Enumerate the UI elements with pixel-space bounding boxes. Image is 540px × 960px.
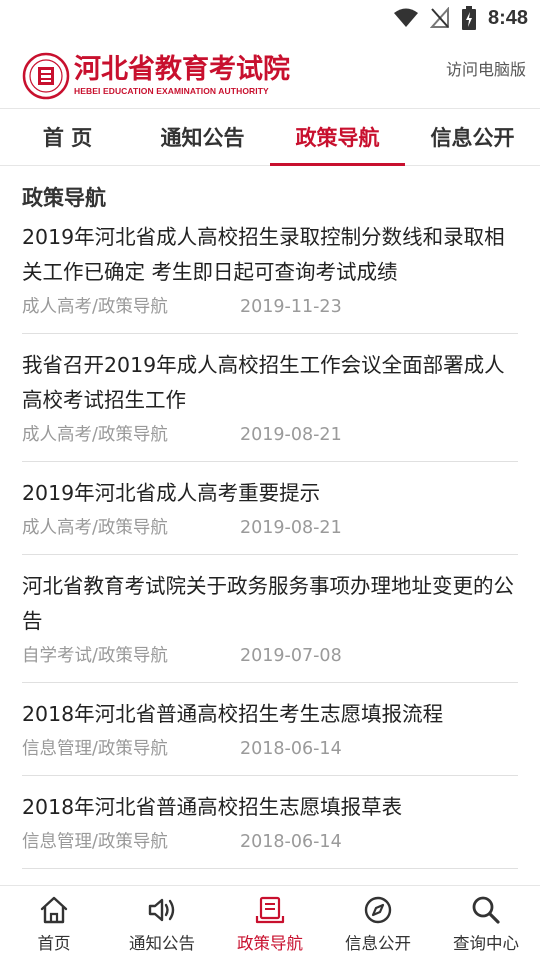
no-signal-icon [429, 7, 449, 28]
site-logo[interactable]: 河北省教育考试院 HEBEI EDUCATION EXAMINATION AUT… [22, 52, 290, 104]
list-item[interactable]: 我省召开2019年成人高校招生工作会议全面部署成人高校考试招生工作 成人高考/政… [22, 348, 518, 462]
article-title[interactable]: 我省召开2019年成人高校招生工作会议全面部署成人高校考试招生工作 [22, 348, 518, 418]
status-bar: 8:48 [0, 0, 540, 36]
desktop-version-link[interactable]: 访问电脑版 [446, 56, 526, 80]
wifi-icon [393, 8, 418, 27]
list-item[interactable]: 2019年河北省成人高考重要提示 成人高考/政策导航 2019-08-21 [22, 476, 518, 555]
tab-notices[interactable]: 通知公告 [135, 109, 270, 165]
article-meta: 信息管理/政策导航 2018-06-14 [22, 830, 518, 854]
tab-disclosure[interactable]: 信息公开 [405, 109, 540, 165]
list-item[interactable]: 2018年河北省普通高校招生志愿填报草表 信息管理/政策导航 2018-06-1… [22, 790, 518, 869]
article-list: 2019年河北省成人高校招生录取控制分数线和录取相关工作已确定 考生即日起可查询… [22, 220, 518, 885]
article-date: 2018-06-14 [240, 739, 342, 759]
bottom-nav-label: 信息公开 [345, 934, 411, 953]
tab-policy[interactable]: 政策导航 [270, 109, 405, 166]
home-icon [40, 896, 68, 924]
bottom-nav-label: 政策导航 [237, 934, 303, 953]
speaker-icon [148, 898, 175, 922]
article-date: 2019-07-08 [240, 646, 342, 666]
article-date: 2019-08-21 [240, 425, 342, 445]
article-category: 信息管理/政策导航 [22, 832, 168, 852]
article-title[interactable]: 2018年河北省普通高校招生志愿填报草表 [22, 790, 518, 825]
article-meta: 自学考试/政策导航 2019-07-08 [22, 644, 518, 668]
list-item[interactable]: 2018年河北省普通高校招生考生志愿填报流程 信息管理/政策导航 2018-06… [22, 697, 518, 776]
article-meta: 成人高考/政策导航 2019-11-23 [22, 295, 518, 319]
bottom-nav-search[interactable]: 查询中心 [432, 886, 540, 960]
logo-title-en: HEBEI EDUCATION EXAMINATION AUTHORITY [74, 86, 269, 96]
article-meta: 成人高考/政策导航 2019-08-21 [22, 516, 518, 540]
article-date: 2019-08-21 [240, 518, 342, 538]
list-item[interactable]: 河北省教育考试院关于政务服务事项办理地址变更的公告 自学考试/政策导航 2019… [22, 569, 518, 683]
article-category: 信息管理/政策导航 [22, 739, 168, 759]
page-title: 政策导航 [22, 186, 106, 210]
list-item[interactable]: 2019年河北省成人高校招生录取控制分数线和录取相关工作已确定 考生即日起可查询… [22, 220, 518, 334]
bottom-nav-notices[interactable]: 通知公告 [108, 886, 216, 960]
bottom-nav-label: 通知公告 [129, 934, 195, 953]
article-category: 自学考试/政策导航 [22, 646, 168, 666]
top-nav: 首 页 通知公告 政策导航 信息公开 [0, 108, 540, 166]
article-title[interactable]: 河北省教育考试院关于政务服务事项办理地址变更的公告 [22, 569, 518, 639]
status-time: 8:48 [487, 6, 528, 29]
logo-emblem-icon [22, 52, 70, 100]
article-category: 成人高考/政策导航 [22, 425, 168, 445]
article-category: 成人高考/政策导航 [22, 518, 168, 538]
article-date: 2019-11-23 [240, 297, 342, 317]
article-title[interactable]: 2019年河北省成人高校招生录取控制分数线和录取相关工作已确定 考生即日起可查询… [22, 220, 518, 290]
status-icons: 8:48 [393, 4, 528, 32]
policy-doc-icon [255, 896, 285, 924]
bottom-nav-disclosure[interactable]: 信息公开 [324, 886, 432, 960]
compass-icon [364, 896, 392, 924]
logo-title-cn: 河北省教育考试院 [74, 54, 290, 85]
battery-charging-icon [461, 6, 476, 30]
bottom-nav-policy[interactable]: 政策导航 [216, 886, 324, 960]
article-meta: 信息管理/政策导航 2018-06-14 [22, 737, 518, 761]
tab-home[interactable]: 首 页 [0, 109, 135, 165]
article-title[interactable]: 2018年河北省普通高校招生考生志愿填报流程 [22, 697, 518, 732]
search-icon [472, 896, 500, 924]
bottom-nav-home[interactable]: 首页 [0, 886, 108, 960]
bottom-nav-label: 查询中心 [453, 934, 519, 953]
article-meta: 成人高考/政策导航 2019-08-21 [22, 423, 518, 447]
header: 河北省教育考试院 HEBEI EDUCATION EXAMINATION AUT… [0, 36, 540, 108]
bottom-nav-label: 首页 [37, 934, 71, 953]
bottom-nav: 首页 通知公告 政策导航 信息公开 查询中心 [0, 885, 540, 960]
article-title[interactable]: 2019年河北省成人高考重要提示 [22, 476, 518, 511]
article-date: 2018-06-14 [240, 832, 342, 852]
article-category: 成人高考/政策导航 [22, 297, 168, 317]
